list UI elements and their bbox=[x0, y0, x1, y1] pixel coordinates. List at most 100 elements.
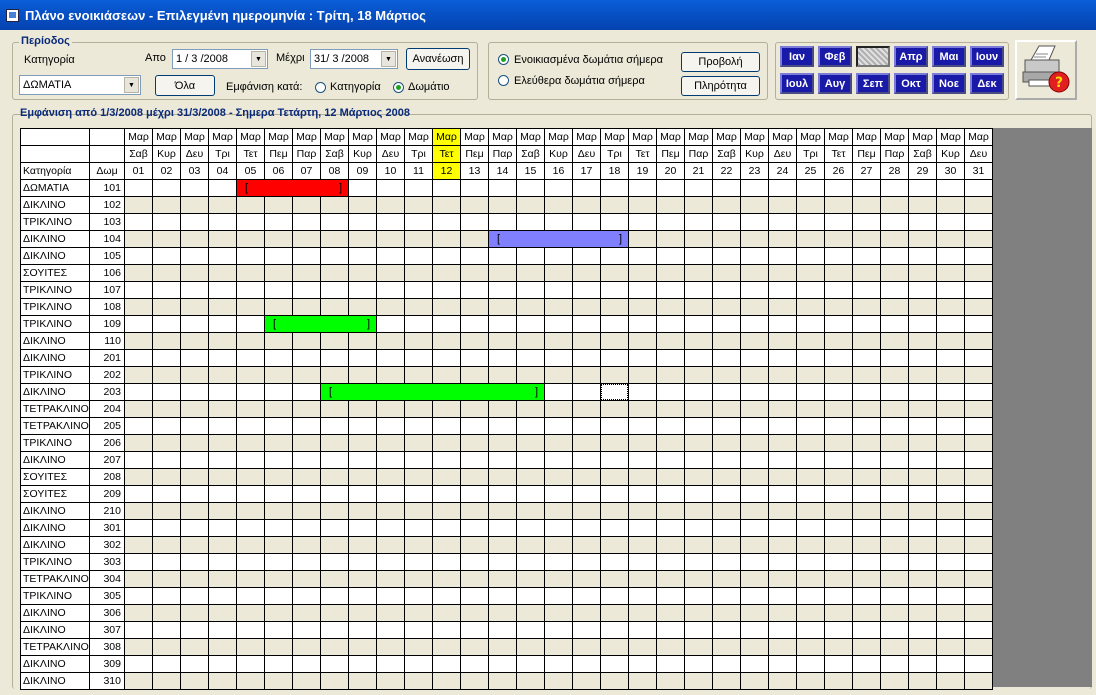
day-cell[interactable] bbox=[909, 469, 936, 485]
day-cell[interactable] bbox=[209, 452, 236, 468]
day-cell[interactable] bbox=[265, 350, 292, 366]
day-cell[interactable] bbox=[769, 571, 796, 587]
day-cell[interactable] bbox=[349, 265, 376, 281]
day-cell[interactable] bbox=[937, 299, 964, 315]
day-cell[interactable] bbox=[629, 605, 656, 621]
rented-today-radio[interactable] bbox=[498, 54, 509, 65]
day-cell[interactable] bbox=[797, 197, 824, 213]
day-cell[interactable] bbox=[209, 520, 236, 536]
day-cell[interactable] bbox=[853, 333, 880, 349]
day-cell[interactable] bbox=[237, 214, 264, 230]
day-cell[interactable] bbox=[153, 316, 180, 332]
day-cell[interactable] bbox=[517, 486, 544, 502]
day-cell[interactable] bbox=[769, 622, 796, 638]
day-cell[interactable] bbox=[405, 571, 432, 587]
day-cell[interactable] bbox=[573, 384, 600, 400]
day-cell[interactable] bbox=[517, 214, 544, 230]
day-cell[interactable] bbox=[349, 333, 376, 349]
day-cell[interactable] bbox=[125, 486, 152, 502]
day-cell[interactable] bbox=[601, 214, 628, 230]
day-cell[interactable] bbox=[293, 656, 320, 672]
day-cell[interactable] bbox=[909, 418, 936, 434]
day-cell[interactable] bbox=[125, 537, 152, 553]
day-cell[interactable] bbox=[601, 554, 628, 570]
day-cell[interactable] bbox=[517, 622, 544, 638]
day-cell[interactable] bbox=[881, 350, 908, 366]
day-cell[interactable] bbox=[769, 503, 796, 519]
day-cell[interactable] bbox=[741, 214, 768, 230]
day-cell[interactable] bbox=[573, 469, 600, 485]
day-cell[interactable] bbox=[125, 214, 152, 230]
day-cell[interactable] bbox=[405, 656, 432, 672]
day-cell[interactable] bbox=[937, 418, 964, 434]
day-cell[interactable] bbox=[153, 554, 180, 570]
day-cell[interactable] bbox=[349, 299, 376, 315]
day-cell[interactable] bbox=[825, 588, 852, 604]
day-cell[interactable] bbox=[825, 350, 852, 366]
day-cell[interactable] bbox=[125, 350, 152, 366]
day-cell[interactable] bbox=[685, 384, 712, 400]
day-cell[interactable] bbox=[265, 384, 292, 400]
day-cell[interactable] bbox=[965, 639, 992, 655]
day-cell[interactable] bbox=[965, 605, 992, 621]
day-cell[interactable] bbox=[741, 673, 768, 689]
day-cell[interactable] bbox=[125, 520, 152, 536]
day-cell[interactable] bbox=[937, 656, 964, 672]
day-cell[interactable] bbox=[153, 418, 180, 434]
day-cell[interactable] bbox=[489, 180, 516, 196]
day-cell[interactable] bbox=[517, 299, 544, 315]
day-cell[interactable] bbox=[629, 231, 656, 247]
day-cell[interactable] bbox=[909, 248, 936, 264]
day-cell[interactable] bbox=[209, 384, 236, 400]
day-cell[interactable] bbox=[797, 673, 824, 689]
day-cell[interactable] bbox=[125, 469, 152, 485]
day-cell[interactable] bbox=[797, 180, 824, 196]
day-cell[interactable] bbox=[825, 571, 852, 587]
day-cell[interactable] bbox=[741, 656, 768, 672]
day-cell[interactable] bbox=[825, 554, 852, 570]
day-cell[interactable] bbox=[881, 639, 908, 655]
day-cell[interactable] bbox=[741, 384, 768, 400]
day-cell[interactable] bbox=[657, 588, 684, 604]
day-cell[interactable] bbox=[125, 282, 152, 298]
day-cell[interactable] bbox=[405, 248, 432, 264]
day-cell[interactable] bbox=[349, 231, 376, 247]
day-cell[interactable] bbox=[181, 520, 208, 536]
day-cell[interactable] bbox=[209, 401, 236, 417]
day-cell[interactable] bbox=[517, 248, 544, 264]
day-cell[interactable] bbox=[349, 469, 376, 485]
day-cell[interactable] bbox=[237, 588, 264, 604]
day-cell[interactable] bbox=[349, 452, 376, 468]
day-cell[interactable] bbox=[489, 639, 516, 655]
day-cell[interactable] bbox=[265, 486, 292, 502]
day-cell[interactable] bbox=[293, 588, 320, 604]
day-cell[interactable] bbox=[209, 316, 236, 332]
day-cell[interactable] bbox=[237, 486, 264, 502]
day-cell[interactable] bbox=[713, 231, 740, 247]
day-cell[interactable] bbox=[237, 435, 264, 451]
day-cell[interactable] bbox=[713, 197, 740, 213]
day-cell[interactable] bbox=[713, 333, 740, 349]
day-cell[interactable] bbox=[853, 248, 880, 264]
day-cell[interactable] bbox=[461, 418, 488, 434]
day-cell[interactable] bbox=[125, 197, 152, 213]
day-cell[interactable] bbox=[965, 350, 992, 366]
free-today-label[interactable]: Ελεύθερα δωμάτια σήμερα bbox=[514, 75, 645, 87]
day-cell[interactable] bbox=[237, 333, 264, 349]
day-cell[interactable] bbox=[237, 384, 264, 400]
day-cell[interactable] bbox=[825, 367, 852, 383]
day-cell[interactable] bbox=[909, 605, 936, 621]
day-cell[interactable] bbox=[601, 605, 628, 621]
day-cell[interactable] bbox=[685, 469, 712, 485]
day-cell[interactable] bbox=[517, 265, 544, 281]
day-cell[interactable] bbox=[797, 537, 824, 553]
day-cell[interactable] bbox=[713, 537, 740, 553]
day-cell[interactable] bbox=[573, 673, 600, 689]
day-cell[interactable] bbox=[881, 503, 908, 519]
day-cell[interactable] bbox=[797, 299, 824, 315]
day-cell[interactable] bbox=[349, 248, 376, 264]
day-cell[interactable] bbox=[517, 537, 544, 553]
day-cell[interactable] bbox=[125, 248, 152, 264]
day-cell[interactable] bbox=[293, 418, 320, 434]
month-button-4[interactable]: Απρ bbox=[894, 46, 928, 67]
